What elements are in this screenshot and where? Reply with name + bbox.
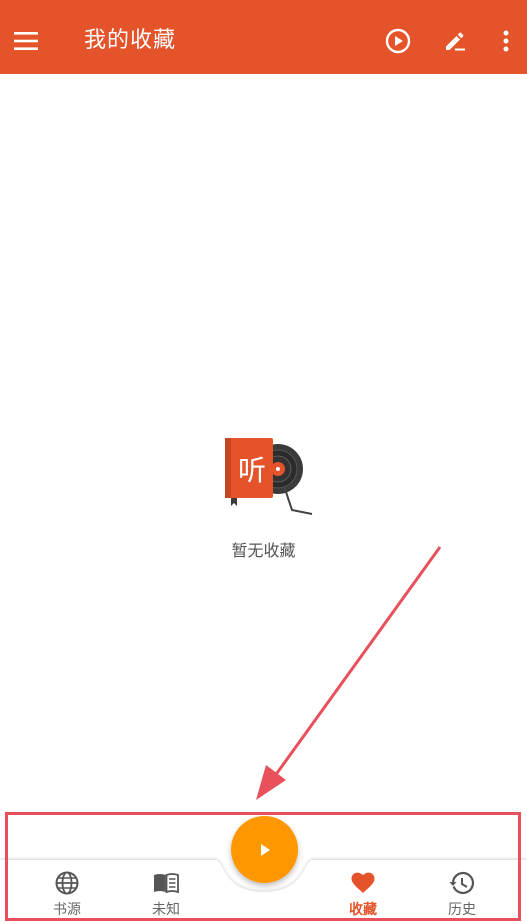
book-icon: [154, 873, 179, 894]
history-icon: [449, 871, 475, 895]
more-vert-icon: [503, 30, 509, 52]
nav-label-unknown: 未知: [152, 902, 180, 918]
menu-button[interactable]: [14, 26, 50, 56]
logo-glyph: 听: [238, 454, 266, 487]
play-circle-icon: [385, 28, 411, 54]
nav-item-history[interactable]: 历史: [422, 858, 502, 920]
edit-button[interactable]: [439, 26, 471, 56]
edit-icon: [446, 32, 465, 51]
play-all-button[interactable]: [382, 26, 414, 56]
more-options-button[interactable]: [490, 26, 522, 56]
nav-item-book-source[interactable]: 书源: [27, 858, 107, 920]
empty-state-logo: 听: [222, 436, 314, 520]
nav-label-history: 历史: [448, 902, 476, 918]
play-fab-button[interactable]: [231, 816, 298, 883]
menu-icon: [14, 32, 38, 50]
nav-item-favorites[interactable]: 收藏: [323, 858, 403, 920]
page-title: 我的收藏: [84, 28, 177, 53]
play-icon: [260, 843, 270, 856]
app-bar: 我的收藏: [0, 0, 527, 74]
nav-label-book-source: 书源: [53, 902, 81, 918]
heart-icon: [351, 872, 375, 893]
globe-icon: [55, 871, 79, 895]
empty-message: 暂无收藏: [231, 541, 296, 560]
nav-label-favorites: 收藏: [349, 902, 377, 918]
nav-item-unknown[interactable]: 未知: [126, 858, 206, 920]
